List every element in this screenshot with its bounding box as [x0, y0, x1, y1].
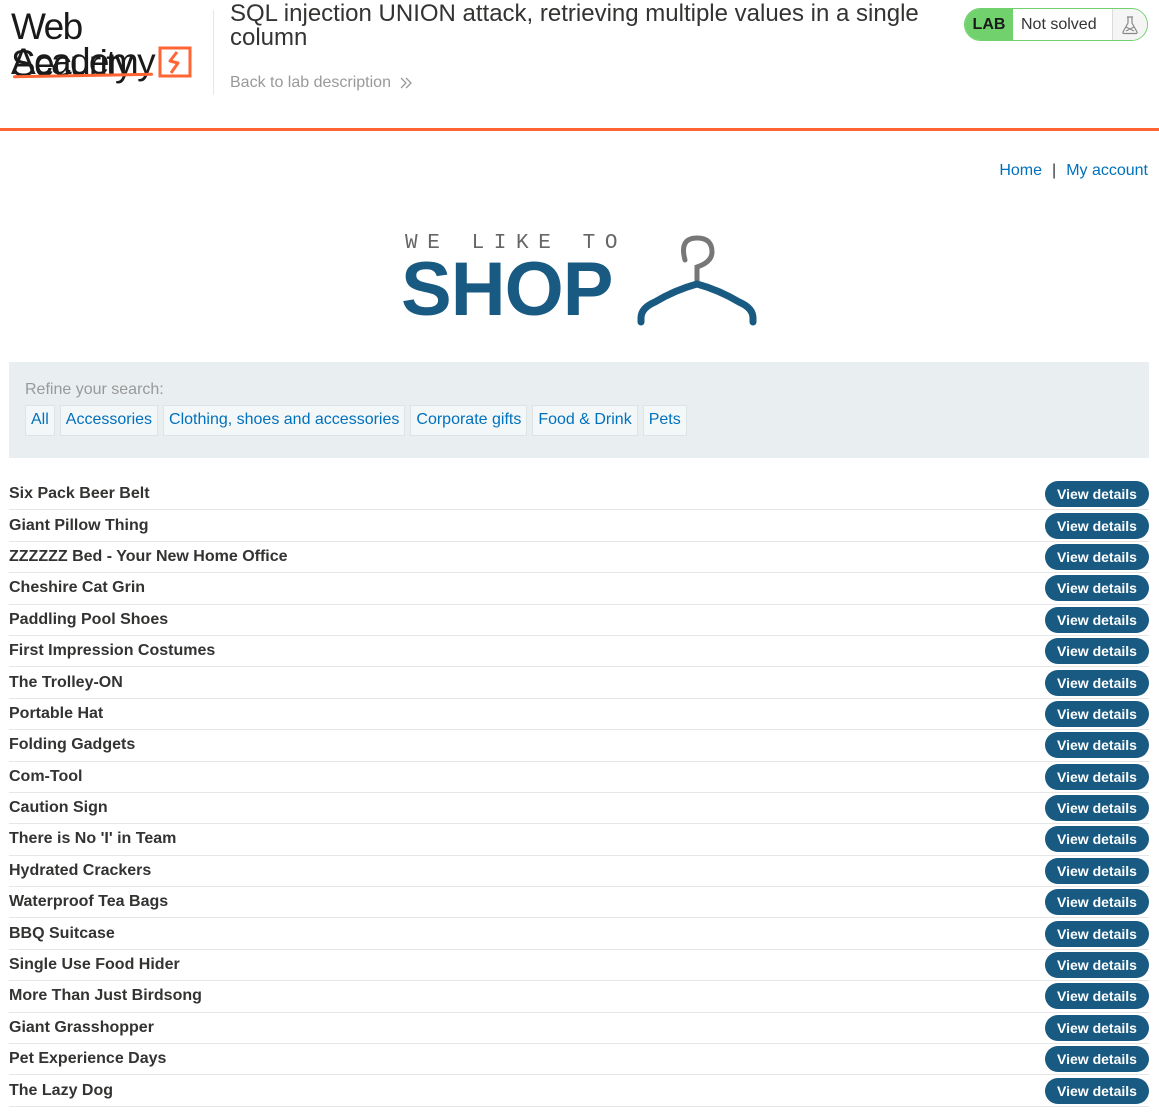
flask-icon: [1112, 9, 1147, 40]
filter-all[interactable]: All: [25, 405, 55, 436]
view-details-button[interactable]: View details: [1045, 857, 1149, 884]
table-row: ZZZZZZ Bed - Your New Home Office View d…: [9, 542, 1149, 574]
product-table: Six Pack Beer Belt View details Giant Pi…: [9, 479, 1149, 1107]
product-name: Folding Gadgets: [9, 736, 136, 754]
back-link-label: Back to lab description: [230, 74, 391, 91]
header-divider: [213, 10, 214, 95]
view-details-button[interactable]: View details: [1045, 575, 1149, 602]
view-details-button[interactable]: View details: [1045, 481, 1149, 508]
table-row: More Than Just Birdsong View details: [9, 981, 1149, 1013]
my-account-link[interactable]: My account: [1066, 162, 1148, 180]
product-name: Caution Sign: [9, 799, 108, 817]
view-details-button[interactable]: View details: [1045, 920, 1149, 947]
lab-title: SQL injection UNION attack, retrieving m…: [230, 0, 919, 51]
web-security-academy-logo[interactable]: Web Security Academy: [11, 6, 211, 86]
product-name: Pet Experience Days: [9, 1050, 167, 1068]
view-details-button[interactable]: View details: [1045, 889, 1149, 916]
view-details-button[interactable]: View details: [1045, 669, 1149, 696]
view-details-button[interactable]: View details: [1045, 795, 1149, 822]
lab-status-widget: LAB Not solved: [964, 8, 1148, 41]
table-row: Single Use Food Hider View details: [9, 950, 1149, 982]
view-details-button[interactable]: View details: [1045, 1046, 1149, 1073]
table-row: Giant Pillow Thing View details: [9, 510, 1149, 542]
view-details-button[interactable]: View details: [1045, 543, 1149, 570]
nav-separator: |: [1052, 162, 1057, 179]
table-row: Folding Gadgets View details: [9, 730, 1149, 762]
view-details-button[interactable]: View details: [1045, 1077, 1149, 1104]
table-row: BBQ Suitcase View details: [9, 918, 1149, 950]
double-chevron-right-icon: [400, 77, 412, 89]
product-name: First Impression Costumes: [9, 642, 216, 660]
product-name: ZZZZZZ Bed - Your New Home Office: [9, 547, 288, 565]
filter-clothing[interactable]: Clothing, shoes and accessories: [163, 405, 406, 436]
filter-links: All Accessories Clothing, shoes and acce…: [25, 405, 1133, 436]
view-details-button[interactable]: View details: [1045, 983, 1149, 1010]
view-details-button[interactable]: View details: [1045, 763, 1149, 790]
back-to-lab-description-link[interactable]: Back to lab description: [230, 74, 413, 92]
table-row: Pet Experience Days View details: [9, 1044, 1149, 1076]
filter-corporate-gifts[interactable]: Corporate gifts: [410, 405, 528, 436]
view-details-button[interactable]: View details: [1045, 732, 1149, 759]
product-name: The Lazy Dog: [9, 1081, 114, 1099]
clothes-hanger-icon: [637, 235, 757, 326]
table-row: Cheshire Cat Grin View details: [9, 573, 1149, 605]
view-details-button[interactable]: View details: [1045, 826, 1149, 853]
view-details-button[interactable]: View details: [1045, 638, 1149, 665]
logo-mark-icon: [158, 46, 192, 78]
shop-banner: WE LIKE TO SHOP: [401, 232, 763, 332]
table-row: The Lazy Dog View details: [9, 1075, 1149, 1107]
filter-pets[interactable]: Pets: [642, 405, 687, 436]
product-name: Hydrated Crackers: [9, 861, 152, 879]
banner-title: SHOP: [401, 247, 613, 332]
table-row: The Trolley-ON View details: [9, 667, 1149, 699]
lab-header: Web Security Academy SQL injection UNION…: [0, 0, 1159, 131]
product-name: Paddling Pool Shoes: [9, 610, 169, 628]
product-name: There is No 'I' in Team: [9, 830, 177, 848]
view-details-button[interactable]: View details: [1045, 512, 1149, 539]
product-name: Single Use Food Hider: [9, 956, 180, 974]
filter-label: Refine your search:: [25, 381, 164, 398]
table-row: Giant Grasshopper View details: [9, 1013, 1149, 1045]
view-details-button[interactable]: View details: [1045, 606, 1149, 633]
table-row: Caution Sign View details: [9, 793, 1149, 825]
product-name: BBQ Suitcase: [9, 924, 115, 942]
product-name: Giant Grasshopper: [9, 1018, 154, 1036]
table-row: First Impression Costumes View details: [9, 636, 1149, 668]
home-link[interactable]: Home: [999, 162, 1042, 180]
filter-food-drink[interactable]: Food & Drink: [532, 405, 638, 436]
table-row: Six Pack Beer Belt View details: [9, 479, 1149, 511]
product-name: Portable Hat: [9, 704, 104, 722]
product-name: Cheshire Cat Grin: [9, 579, 146, 597]
product-name: The Trolley-ON: [9, 673, 123, 691]
product-name: Com-Tool: [9, 767, 83, 785]
lab-badge: LAB: [965, 9, 1013, 40]
lab-status-text: Not solved: [1013, 9, 1112, 40]
product-name: More Than Just Birdsong: [9, 987, 202, 1005]
product-name: Giant Pillow Thing: [9, 516, 149, 534]
product-name: Waterproof Tea Bags: [9, 893, 169, 911]
table-row: Portable Hat View details: [9, 699, 1149, 731]
category-filter: Refine your search: All Accessories Clot…: [9, 362, 1149, 458]
product-name: Six Pack Beer Belt: [9, 485, 150, 503]
table-row: Paddling Pool Shoes View details: [9, 605, 1149, 636]
table-row: Hydrated Crackers View details: [9, 856, 1149, 888]
table-row: Com-Tool View details: [9, 762, 1149, 793]
view-details-button[interactable]: View details: [1045, 700, 1149, 727]
view-details-button[interactable]: View details: [1045, 1014, 1149, 1041]
table-row: There is No 'I' in Team View details: [9, 824, 1149, 856]
table-row: Waterproof Tea Bags View details: [9, 887, 1149, 919]
filter-accessories[interactable]: Accessories: [59, 405, 159, 436]
top-nav: Home | My account: [999, 162, 1148, 180]
view-details-button[interactable]: View details: [1045, 952, 1149, 979]
